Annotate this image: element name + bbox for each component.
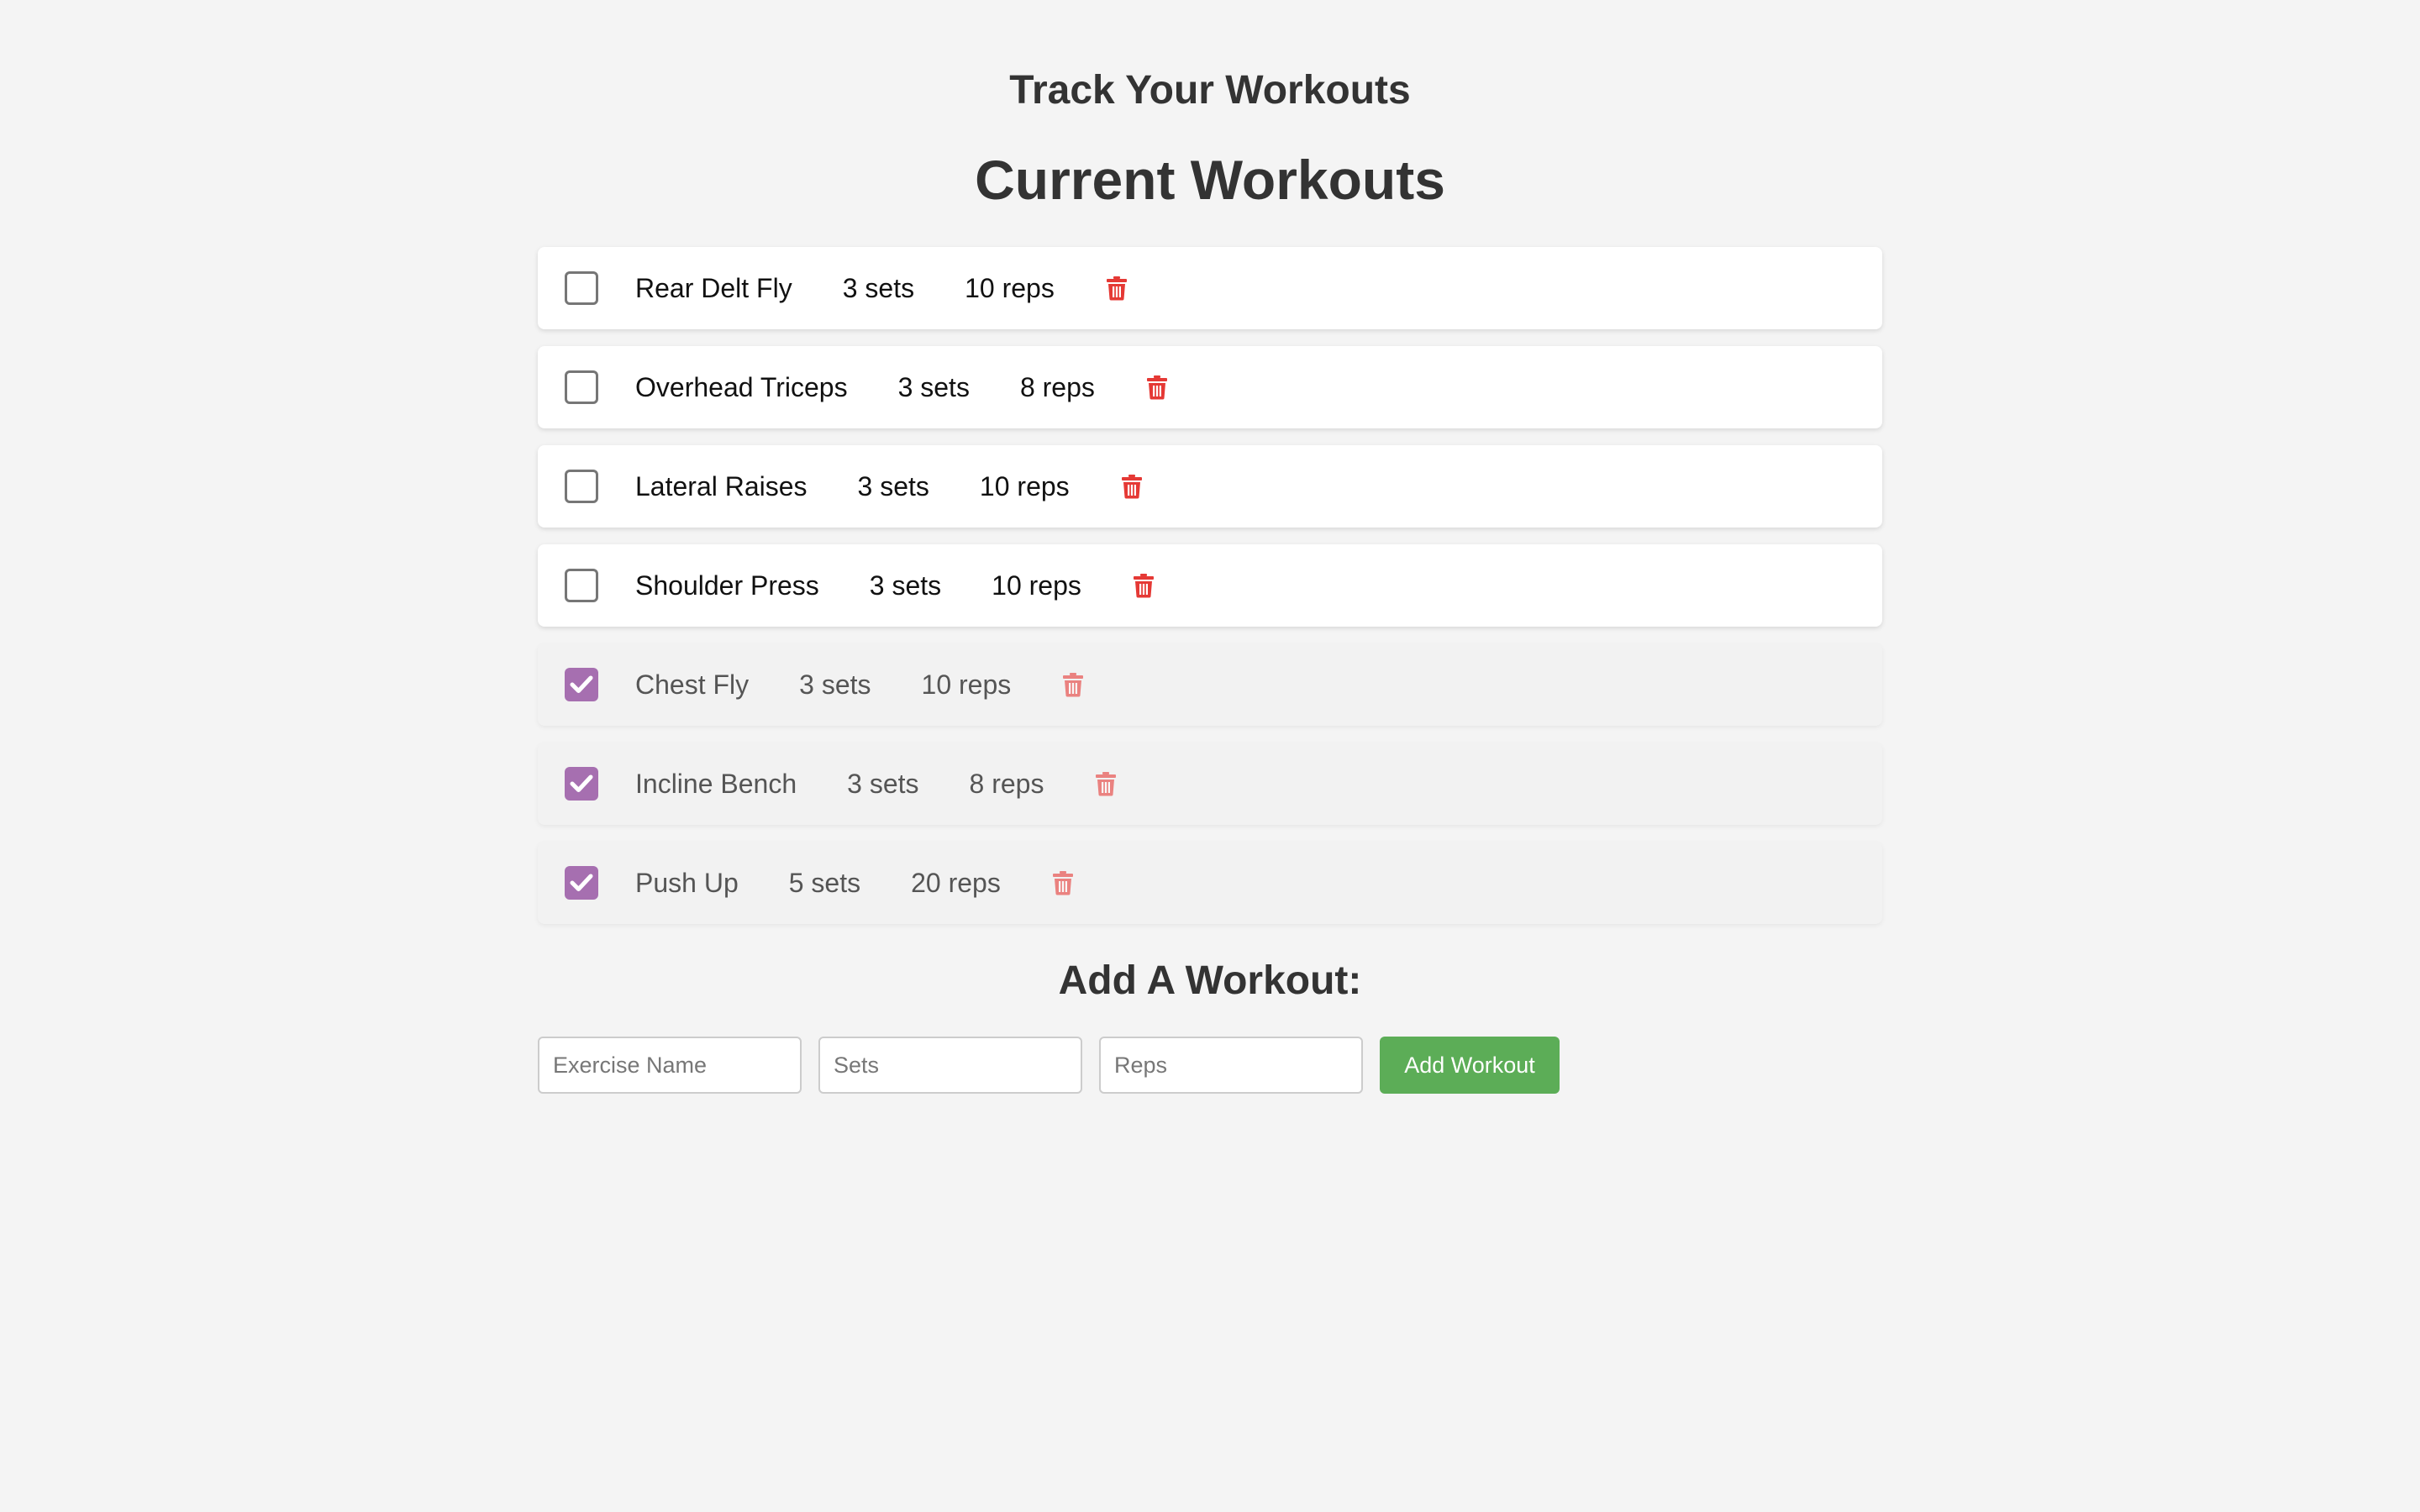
add-workout-heading: Add A Workout: [1058,958,1362,1003]
workout-reps: 8 reps [1019,371,1095,402]
workout-name: Rear Delt Fly [635,272,792,303]
workout-complete-checkbox[interactable] [565,668,598,701]
trash-icon[interactable] [1060,669,1086,700]
workout-reps: 8 reps [969,768,1044,799]
workout-sets: 3 sets [842,272,915,303]
workout-list: Rear Delt Fly 3 sets 10 reps Overhead Tr… [538,247,1882,941]
workout-complete-checkbox[interactable] [565,370,598,404]
workout-reps: 10 reps [979,470,1070,501]
workout-sets: 3 sets [847,768,919,799]
workout-tracker-app: Track Your Workouts Current Workouts Rea… [0,0,2420,1512]
workout-sets: 3 sets [857,470,929,501]
workout-complete-checkbox[interactable] [565,271,598,305]
workout-name: Incline Bench [635,768,797,799]
reps-input[interactable] [1099,1037,1363,1094]
workout-name: Overhead Triceps [635,371,848,402]
workout-name: Push Up [635,867,739,898]
workout-item: Shoulder Press 3 sets 10 reps [538,544,1882,627]
page-title: Track Your Workouts [1009,68,1411,113]
trash-icon[interactable] [1092,769,1119,799]
checkmark-icon [570,675,593,695]
add-workout-button[interactable]: Add Workout [1380,1037,1560,1094]
trash-icon[interactable] [1103,273,1130,303]
trash-icon[interactable] [1050,868,1076,898]
current-workouts-heading: Current Workouts [975,149,1445,211]
workout-item: Chest Fly 3 sets 10 reps [538,643,1882,726]
workout-complete-checkbox[interactable] [565,470,598,503]
workout-name: Lateral Raises [635,470,808,501]
checkmark-icon [570,873,593,893]
workout-item: Incline Bench 3 sets 8 reps [538,743,1882,825]
workout-name: Chest Fly [635,669,750,700]
workout-item: Lateral Raises 3 sets 10 reps [538,445,1882,528]
trash-icon[interactable] [1130,570,1157,601]
workout-name: Shoulder Press [635,570,819,601]
workout-reps: 10 reps [921,669,1012,700]
workout-item: Rear Delt Fly 3 sets 10 reps [538,247,1882,329]
workout-reps: 10 reps [992,570,1081,601]
exercise-name-input[interactable] [538,1037,802,1094]
workout-sets: 3 sets [869,570,942,601]
sets-input[interactable] [818,1037,1082,1094]
checkmark-icon [570,774,593,794]
workout-reps: 20 reps [911,867,1001,898]
workout-complete-checkbox[interactable] [565,866,598,900]
trash-icon[interactable] [1118,471,1145,501]
workout-complete-checkbox[interactable] [565,569,598,602]
trash-icon[interactable] [1144,372,1171,402]
workout-complete-checkbox[interactable] [565,767,598,801]
workout-item: Overhead Triceps 3 sets 8 reps [538,346,1882,428]
workout-item: Push Up 5 sets 20 reps [538,842,1882,924]
workout-sets: 3 sets [799,669,871,700]
workout-reps: 10 reps [965,272,1055,303]
workout-sets: 5 sets [788,867,861,898]
add-workout-form: Add Workout [538,1037,1560,1094]
workout-sets: 3 sets [897,371,970,402]
